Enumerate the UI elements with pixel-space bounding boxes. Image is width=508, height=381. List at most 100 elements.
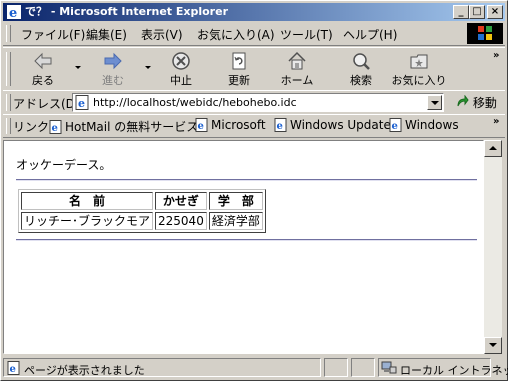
back-label: 戻る <box>32 74 54 87</box>
stop-button[interactable]: 中止 <box>163 50 199 88</box>
browser-window: e で？ - Microsoft Internet Explorer _ □ ×… <box>0 0 508 381</box>
favorites-label: お気に入り <box>391 74 447 87</box>
svg-text:e: e <box>277 121 283 132</box>
stop-label: 中止 <box>170 74 192 87</box>
favorites-folder-icon <box>410 54 428 69</box>
header-faculty: 学 部 <box>208 192 263 210</box>
cell-faculty: 経済学部 <box>208 212 263 230</box>
back-arrow-icon <box>34 52 52 70</box>
search-button[interactable]: 検索 <box>343 50 379 88</box>
results-table: 名 前 かせぎ 学 部 リッチー･ブラックモア 225040 経済学部 <box>18 189 266 233</box>
link-windows-update-label: Windows Update <box>290 118 391 132</box>
toolbar-chevron-icon[interactable]: » <box>493 50 499 61</box>
menu-bar-grip[interactable] <box>6 25 11 42</box>
cell-name: リッチー･ブラックモア <box>21 212 154 230</box>
toolbar-grip[interactable] <box>6 52 11 86</box>
search-icon <box>353 53 370 70</box>
address-url: http://localhost/webidc/hebohebo.idc <box>93 96 297 109</box>
back-dropdown-arrow[interactable] <box>75 66 81 69</box>
intranet-zone-icon <box>381 361 397 374</box>
scroll-down-button[interactable] <box>484 337 502 354</box>
stop-icon <box>172 52 190 70</box>
page-icon: e <box>75 95 89 110</box>
link-hotmail-label: HotMail の無料サービス <box>65 120 199 134</box>
status-bar: e ページが表示されました ローカル イントラネット <box>3 357 508 378</box>
back-button[interactable]: 戻る <box>25 50 61 88</box>
address-bar: アドレス(D) e http://localhost/webidc/hebohe… <box>3 90 505 115</box>
svg-text:e: e <box>198 121 204 132</box>
close-button[interactable]: × <box>487 5 503 19</box>
address-label: アドレス(D) <box>13 97 80 111</box>
link-page-icon: e <box>274 118 287 132</box>
favorites-button[interactable]: お気に入り <box>391 50 447 88</box>
window-title: で？ - Microsoft Internet Explorer <box>25 5 228 18</box>
svg-text:e: e <box>9 6 17 20</box>
home-label: ホーム <box>280 74 314 87</box>
title-bar[interactable]: e で？ - Microsoft Internet Explorer _ □ × <box>3 3 505 21</box>
svg-text:e: e <box>78 97 85 110</box>
status-pane-progress <box>324 358 348 377</box>
menu-help[interactable]: ヘルプ(H) <box>343 26 397 43</box>
scroll-up-button[interactable] <box>484 140 502 157</box>
links-chevron-icon[interactable]: » <box>493 116 499 127</box>
link-windows[interactable]: e Windows <box>389 118 459 132</box>
status-main-pane: e ページが表示されました <box>3 358 321 377</box>
refresh-label: 更新 <box>228 74 250 87</box>
bottom-rule <box>16 239 477 241</box>
status-zone-pane: ローカル イントラネット <box>378 358 508 377</box>
address-dropdown-button[interactable] <box>427 95 442 110</box>
vertical-scrollbar[interactable] <box>484 140 502 354</box>
link-page-icon: e <box>389 118 402 132</box>
standard-toolbar: 戻る 進む 中止 更新 ホーム 検索 お気に入り » <box>3 47 505 91</box>
link-microsoft[interactable]: e Microsoft <box>195 118 266 132</box>
forward-label: 進む <box>102 74 124 87</box>
link-hotmail[interactable]: e HotMail の無料サービス <box>49 118 198 135</box>
menu-view[interactable]: 表示(V) <box>141 26 183 43</box>
resize-grip[interactable] <box>493 362 505 376</box>
go-button[interactable]: 移動 <box>455 94 497 111</box>
link-page-icon: e <box>49 120 62 134</box>
address-bar-grip[interactable] <box>6 94 11 111</box>
links-bar: リンク e HotMail の無料サービス e Microsoft e Windows… <box>3 114 505 138</box>
header-earnings: かせぎ <box>155 192 207 210</box>
links-label: リンク <box>13 120 50 134</box>
menu-bar: ファイル(F) 編集(E) 表示(V) お気に入り(A) ツール(T) ヘルプ(… <box>3 23 505 46</box>
links-bar-grip[interactable] <box>6 118 11 134</box>
ie-logo-icon: e <box>7 5 21 20</box>
status-zone-text: ローカル イントラネット <box>400 364 508 377</box>
menu-file[interactable]: ファイル(F) <box>21 26 85 43</box>
refresh-button[interactable]: 更新 <box>221 50 257 88</box>
status-text: ページが表示されました <box>24 364 145 377</box>
svg-text:e: e <box>10 364 16 375</box>
link-windows-update[interactable]: e Windows Update <box>274 118 391 132</box>
table-header-row: 名 前 かせぎ 学 部 <box>21 192 263 210</box>
forward-dropdown-arrow[interactable] <box>145 66 151 69</box>
windows-logo-icon <box>467 23 503 44</box>
page-content: オッケーデース。 名 前 かせぎ 学 部 リッチー･ブラックモア 225040 … <box>3 140 484 354</box>
page-message: オッケーデース。 <box>16 158 112 172</box>
search-label: 検索 <box>350 74 372 87</box>
table-row: リッチー･ブラックモア 225040 経済学部 <box>21 212 263 230</box>
home-button[interactable]: ホーム <box>277 50 317 88</box>
link-windows-label: Windows <box>405 118 459 132</box>
home-icon <box>288 51 306 70</box>
minimize-button[interactable]: _ <box>453 5 469 19</box>
link-page-icon: e <box>195 118 208 132</box>
menu-tools[interactable]: ツール(T) <box>280 26 333 43</box>
top-rule <box>16 179 477 181</box>
maximize-button[interactable]: □ <box>469 5 485 19</box>
menu-favorites[interactable]: お気に入り(A) <box>197 26 275 43</box>
forward-arrow-icon <box>104 52 122 70</box>
forward-button[interactable]: 進む <box>95 50 131 88</box>
go-arrow-icon <box>457 94 469 107</box>
link-microsoft-label: Microsoft <box>211 118 266 132</box>
header-name: 名 前 <box>21 192 154 210</box>
refresh-icon <box>232 52 246 70</box>
menu-edit[interactable]: 編集(E) <box>86 26 127 43</box>
status-pane-security <box>351 358 375 377</box>
status-page-icon: e <box>7 361 20 375</box>
cell-earnings: 225040 <box>155 212 207 230</box>
address-input[interactable]: e http://localhost/webidc/hebohebo.idc <box>72 93 444 112</box>
svg-text:e: e <box>52 123 58 134</box>
go-label: 移動 <box>472 96 497 110</box>
